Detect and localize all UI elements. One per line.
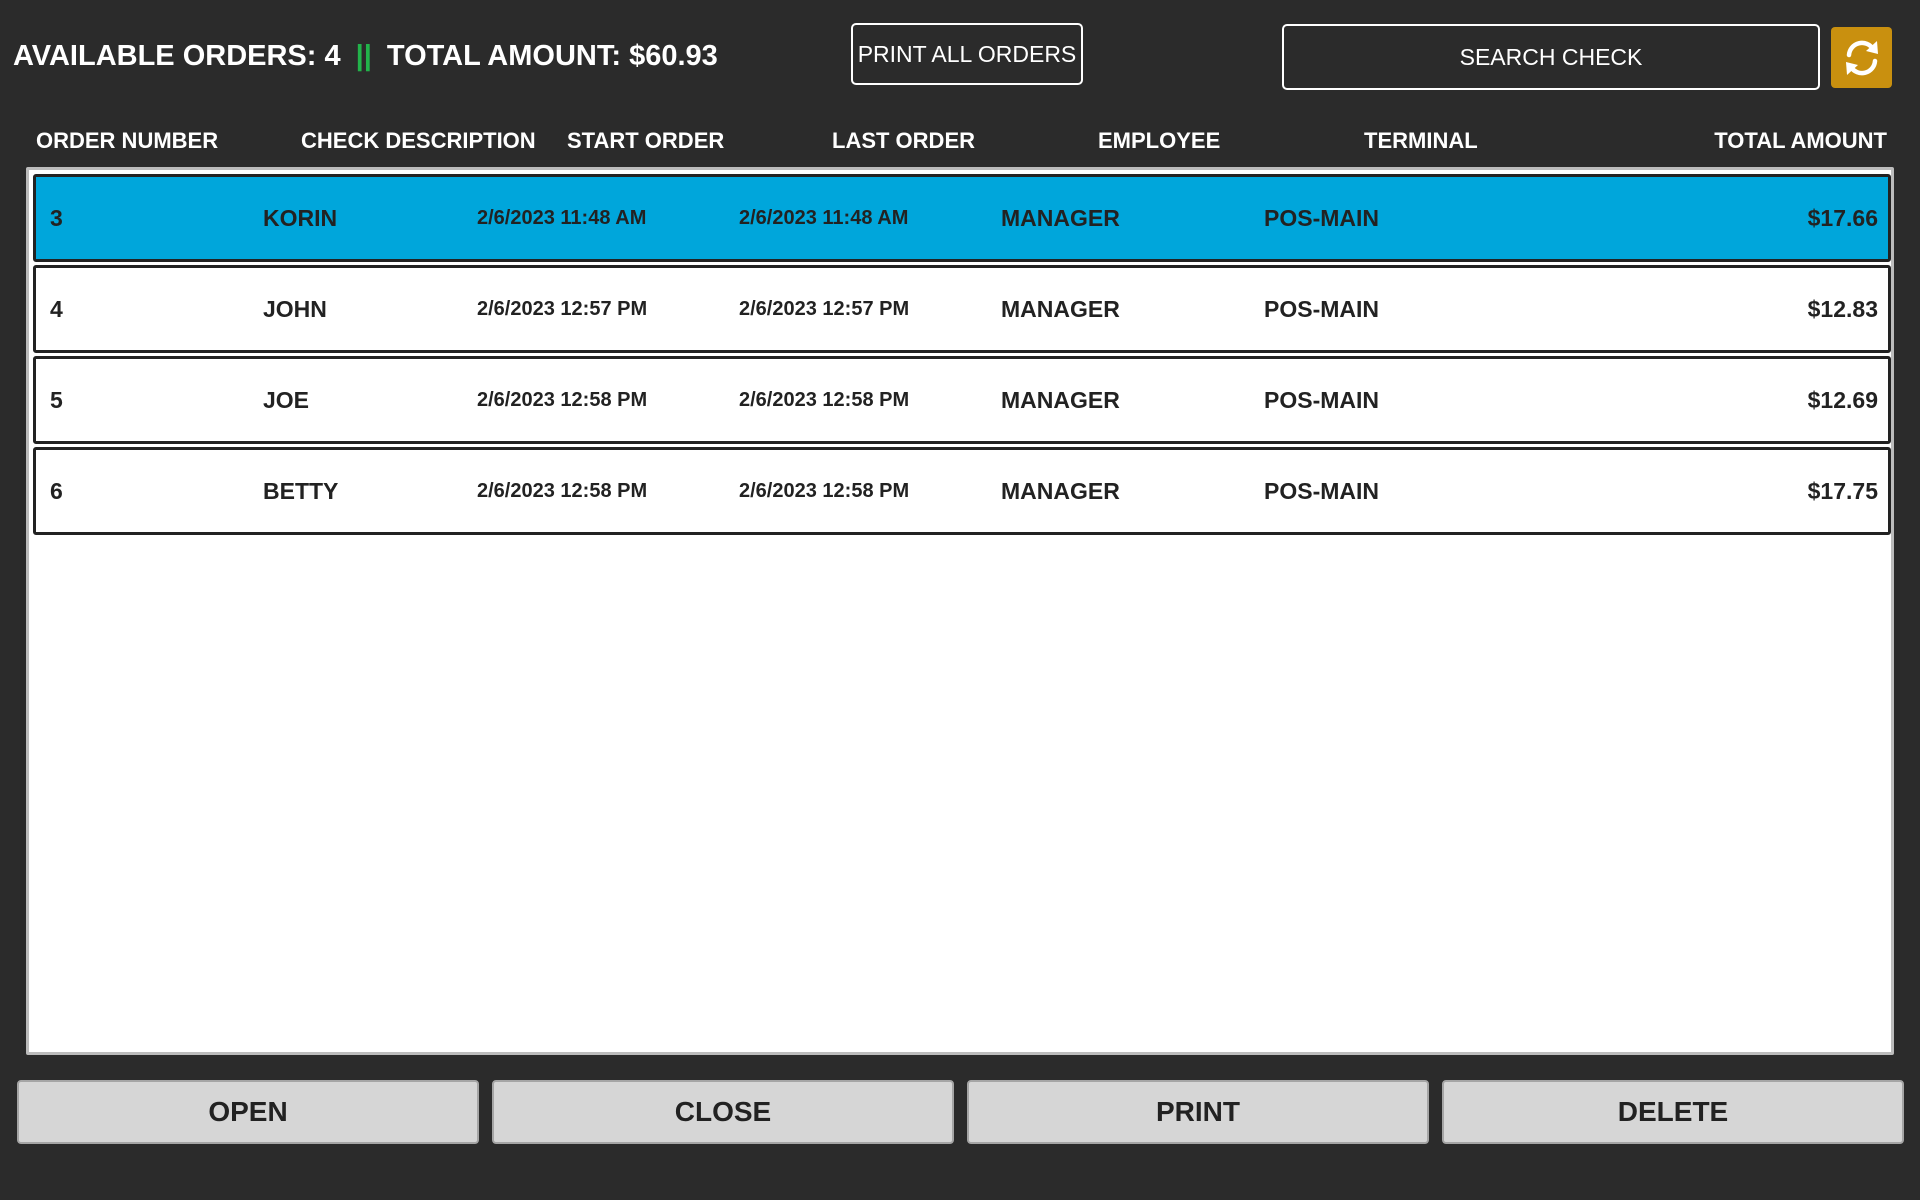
- total-amount-cell: $12.69: [1807, 387, 1878, 413]
- check-description-cell: KORIN: [263, 205, 338, 231]
- column-header-start-order: START ORDER: [567, 128, 725, 153]
- delete-button[interactable]: DELETE: [1442, 1080, 1904, 1144]
- open-orders-screen: AVAILABLE ORDERS: 4 || TOTAL AMOUNT: $60…: [0, 0, 1920, 1200]
- order-number-cell: 5: [50, 387, 63, 413]
- last-order-cell: 2/6/2023 12:58 PM: [739, 389, 910, 411]
- table-row[interactable]: 6 BETTY 2/6/2023 12:58 PM 2/6/2023 12:58…: [33, 447, 1891, 535]
- start-order-cell: 2/6/2023 12:57 PM: [477, 298, 648, 320]
- column-header-terminal: TERMINAL: [1364, 128, 1478, 153]
- table-row[interactable]: 3 KORIN 2/6/2023 11:48 AM 2/6/2023 11:48…: [33, 174, 1891, 262]
- terminal-cell: POS-MAIN: [1264, 387, 1379, 413]
- total-amount-label: TOTAL AMOUNT:: [386, 39, 621, 72]
- last-order-cell: 2/6/2023 11:48 AM: [739, 207, 909, 229]
- employee-cell: MANAGER: [1001, 387, 1120, 413]
- column-header-check-description: CHECK DESCRIPTION: [301, 128, 536, 153]
- last-order-cell: 2/6/2023 12:58 PM: [739, 480, 910, 502]
- available-orders-label: AVAILABLE ORDERS:: [13, 39, 317, 72]
- orders-table: 3 KORIN 2/6/2023 11:48 AM 2/6/2023 11:48…: [26, 167, 1894, 1055]
- table-row[interactable]: 5 JOE 2/6/2023 12:58 PM 2/6/2023 12:58 P…: [33, 356, 1891, 444]
- total-amount-cell: $12.83: [1807, 296, 1878, 322]
- summary-separator: ||: [355, 39, 372, 72]
- check-description-cell: JOE: [263, 387, 310, 413]
- refresh-button[interactable]: [1831, 27, 1892, 88]
- total-amount-cell: $17.66: [1807, 205, 1878, 231]
- table-row[interactable]: 4 JOHN 2/6/2023 12:57 PM 2/6/2023 12:57 …: [33, 265, 1891, 353]
- employee-cell: MANAGER: [1001, 478, 1120, 504]
- column-header-order-number: ORDER NUMBER: [36, 128, 219, 153]
- open-button[interactable]: OPEN: [17, 1080, 479, 1144]
- print-button[interactable]: PRINT: [967, 1080, 1429, 1144]
- column-header-employee: EMPLOYEE: [1098, 128, 1221, 153]
- column-header-total-amount: TOTAL AMOUNT: [1714, 128, 1887, 153]
- close-button[interactable]: CLOSE: [492, 1080, 954, 1144]
- orders-summary: AVAILABLE ORDERS: 4 || TOTAL AMOUNT: $60…: [13, 36, 718, 76]
- order-number-cell: 3: [50, 205, 63, 231]
- total-amount-cell: $17.75: [1807, 478, 1878, 504]
- terminal-cell: POS-MAIN: [1264, 205, 1379, 231]
- terminal-cell: POS-MAIN: [1264, 296, 1379, 322]
- last-order-cell: 2/6/2023 12:57 PM: [739, 298, 910, 320]
- terminal-cell: POS-MAIN: [1264, 478, 1379, 504]
- search-check-input[interactable]: [1282, 24, 1820, 90]
- column-header-last-order: LAST ORDER: [832, 128, 975, 153]
- check-description-cell: JOHN: [263, 296, 327, 322]
- print-all-orders-button[interactable]: PRINT ALL ORDERS: [851, 23, 1083, 85]
- table-column-headers: ORDER NUMBER CHECK DESCRIPTION START ORD…: [0, 128, 1920, 160]
- start-order-cell: 2/6/2023 12:58 PM: [477, 389, 648, 411]
- start-order-cell: 2/6/2023 11:48 AM: [477, 207, 647, 229]
- order-number-cell: 6: [50, 478, 63, 504]
- order-number-cell: 4: [50, 296, 63, 322]
- check-description-cell: BETTY: [263, 478, 339, 504]
- total-amount-value: $60.93: [629, 39, 718, 72]
- refresh-icon: [1845, 40, 1878, 75]
- start-order-cell: 2/6/2023 12:58 PM: [477, 480, 648, 502]
- employee-cell: MANAGER: [1001, 205, 1120, 231]
- available-orders-count: 4: [324, 39, 341, 72]
- employee-cell: MANAGER: [1001, 296, 1120, 322]
- action-bar: OPEN CLOSE PRINT DELETE: [17, 1080, 1905, 1144]
